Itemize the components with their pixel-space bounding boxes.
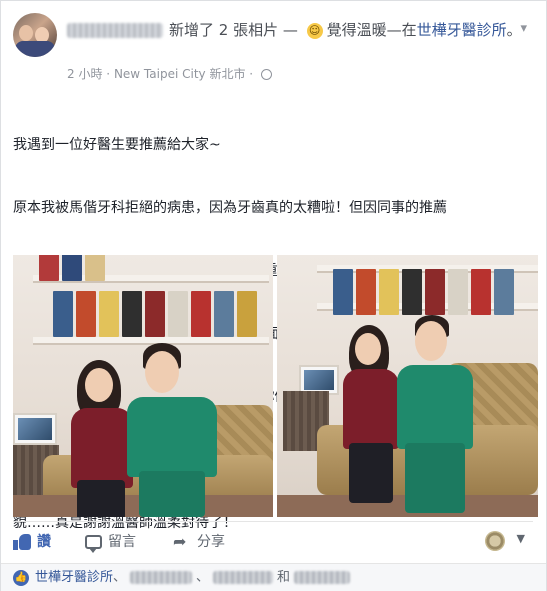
post-meta: 2 小時 · New Taipei City 新北市 ·: [67, 65, 272, 82]
reaction-comma-2: 、: [196, 570, 210, 585]
chevron-down-icon[interactable]: ▾: [520, 21, 527, 36]
speech-bubble-icon: [85, 535, 102, 553]
action-text: 新增了 2 張相片 —: [169, 21, 303, 39]
redacted-reactor[interactable]: [213, 571, 274, 584]
post-headline: 新增了 2 張相片 — ☺ 覺得溫暖—在世樺牙醫診所。: [67, 19, 527, 41]
chevron-down-icon[interactable]: ▼: [517, 532, 525, 545]
reaction-comma: 、: [113, 570, 127, 585]
thumbs-up-icon: [13, 534, 31, 550]
share-button[interactable]: ➦ 分享: [173, 532, 225, 552]
post-card: 新增了 2 張相片 — ☺ 覺得溫暖—在世樺牙醫診所。 ▾ 2 小時 · New …: [0, 0, 547, 591]
like-label: 讚: [37, 534, 51, 550]
smiling-face-icon: ☺: [306, 22, 323, 39]
share-arrow-icon: ➦: [173, 532, 187, 551]
globe-icon[interactable]: [260, 69, 272, 80]
redacted-author-name[interactable]: [67, 23, 163, 38]
like-button[interactable]: 讚: [13, 532, 51, 552]
reaction-and: 和: [277, 570, 291, 585]
reactions-summary[interactable]: 世樺牙醫診所、、和: [35, 569, 354, 587]
action-bar: 讚 留言 ➦ 分享 ▼: [13, 521, 533, 562]
feeling-text: 覺得溫暖: [326, 21, 387, 39]
meta-separator: ·: [106, 67, 111, 81]
comment-label: 留言: [108, 534, 136, 550]
photo-1[interactable]: [13, 255, 273, 517]
post-time[interactable]: 2 小時: [67, 67, 102, 81]
post-line: 原本我被馬偕牙科拒絕的病患，因為牙齒真的太糟啦！但因同事的推薦: [13, 200, 447, 216]
location-link[interactable]: 世樺牙醫診所: [417, 21, 507, 39]
post-place[interactable]: New Taipei City 新北市: [114, 67, 246, 81]
avatar[interactable]: [13, 13, 57, 57]
reactions-bar: 👍 世樺牙醫診所、、和: [1, 563, 546, 591]
comment-button[interactable]: 留言: [85, 532, 136, 553]
location-prefix: —在: [386, 21, 417, 39]
meta-separator-2: ·: [249, 67, 254, 81]
thumbs-up-icon: 👍: [13, 570, 29, 586]
redacted-reactor[interactable]: [130, 571, 193, 584]
page-avatar-icon[interactable]: [485, 531, 505, 551]
reactor-name[interactable]: 世樺牙醫診所: [35, 570, 113, 585]
redacted-reactor[interactable]: [294, 571, 351, 584]
location-suffix: 。: [506, 21, 522, 39]
share-label: 分享: [197, 534, 225, 550]
photo-2[interactable]: [277, 255, 538, 517]
post-header: 新增了 2 張相片 — ☺ 覺得溫暖—在世樺牙醫診所。 ▾ 2 小時 · New …: [13, 13, 533, 83]
post-line: 我遇到一位好醫生要推薦給大家~: [13, 137, 221, 153]
photo-grid: [13, 255, 538, 517]
